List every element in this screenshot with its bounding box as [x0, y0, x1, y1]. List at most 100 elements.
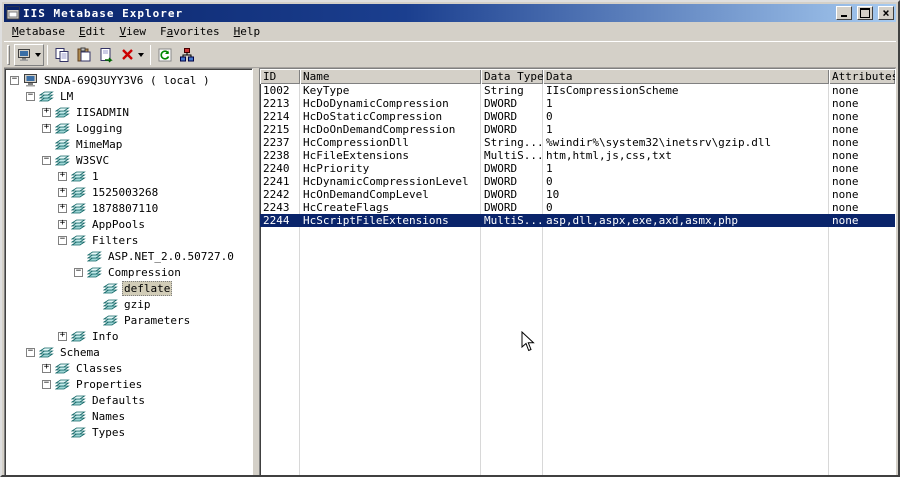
- expand-icon[interactable]: [42, 363, 51, 373]
- collapse-icon[interactable]: [26, 91, 35, 101]
- tree-item-classes[interactable]: Classes: [6, 360, 252, 376]
- tree-item-label: Classes: [76, 361, 123, 375]
- cell-attributes: none: [832, 175, 859, 188]
- collapse-icon[interactable]: [26, 347, 35, 357]
- tree-item-label: deflate: [122, 280, 173, 296]
- expand-icon[interactable]: [58, 219, 67, 229]
- menu-metabase[interactable]: Metabase: [5, 23, 72, 41]
- tree-item-defaults[interactable]: Defaults: [6, 392, 252, 408]
- cell-data: 0: [546, 110, 553, 123]
- expand-icon[interactable]: [42, 107, 51, 117]
- tree-item-label: ASP.NET_2.0.50727.0: [108, 249, 234, 263]
- table-row[interactable]: 2213 HcDoDynamicCompression DWORD 1 none: [260, 97, 895, 110]
- tree-item-info[interactable]: Info: [6, 328, 252, 344]
- table-row[interactable]: 2242 HcOnDemandCompLevel DWORD 10 none: [260, 188, 895, 201]
- tree-item-label: Types: [92, 425, 126, 439]
- toolbar-grip[interactable]: [7, 44, 10, 65]
- export-button[interactable]: [95, 44, 117, 66]
- expand-icon[interactable]: [58, 331, 67, 341]
- tree-item-1[interactable]: 1: [6, 168, 252, 184]
- cell-attributes: none: [832, 136, 859, 149]
- cell-id: 2214: [263, 110, 290, 123]
- tree-item-properties[interactable]: Properties: [6, 376, 252, 392]
- tree-item-1525003268[interactable]: 1525003268: [6, 184, 252, 200]
- expand-icon[interactable]: [42, 123, 51, 133]
- tree-item-root[interactable]: SNDA-69Q3UYY3V6 ( local ): [6, 72, 252, 88]
- expand-icon[interactable]: [58, 171, 67, 181]
- tree-item-deflate[interactable]: deflate: [6, 280, 252, 296]
- delete-button[interactable]: [117, 44, 147, 66]
- column-header-attributes[interactable]: Attributes: [829, 69, 895, 84]
- table-row[interactable]: 1002 KeyType String IIsCompressionScheme non…: [260, 84, 895, 97]
- expand-icon[interactable]: [58, 203, 67, 213]
- title-bar[interactable]: IIS Metabase Explorer: [4, 4, 896, 22]
- minimize-button[interactable]: [836, 6, 852, 20]
- table-row[interactable]: 2237 HcCompressionDll String... %windir%\sy…: [260, 136, 895, 149]
- menu-label: M: [12, 24, 19, 38]
- network-icon: [180, 47, 194, 61]
- tree-item-apppools[interactable]: AppPools: [6, 216, 252, 232]
- tree-item-names[interactable]: Names: [6, 408, 252, 424]
- paste-icon: [77, 47, 91, 61]
- cell-data: asp,dll,aspx,exe,axd,asmx,php: [546, 214, 739, 227]
- close-button[interactable]: [878, 6, 894, 20]
- column-header-data[interactable]: Data: [543, 69, 829, 84]
- table-row[interactable]: 2215 HcDoOnDemandCompression DWORD 1 none: [260, 123, 895, 136]
- tree-item-label: Names: [92, 409, 126, 423]
- menu-view[interactable]: View: [112, 23, 153, 41]
- cell-name: HcScriptFileExtensions: [303, 214, 449, 227]
- cell-attributes: none: [832, 149, 859, 162]
- expand-icon[interactable]: [58, 187, 67, 197]
- collapse-icon[interactable]: [10, 75, 19, 85]
- table-row-selected[interactable]: 2244 HcScriptFileExtensions MultiS... asp,d…: [260, 214, 895, 227]
- tree-item-label: Info: [92, 329, 119, 343]
- table-row[interactable]: 2241 HcDynamicCompressionLevel DWORD 0 none: [260, 175, 895, 188]
- paste-button[interactable]: [73, 44, 95, 66]
- cell-attributes: none: [832, 162, 859, 175]
- table-row[interactable]: 2238 HcFileExtensions MultiS... htm,html,js…: [260, 149, 895, 162]
- tree-item-filters[interactable]: Filters: [6, 232, 252, 248]
- menu-favorites[interactable]: Favorites: [153, 23, 227, 41]
- copy-button[interactable]: [51, 44, 73, 66]
- tree-item-types[interactable]: Types: [6, 424, 252, 440]
- collapse-icon[interactable]: [42, 155, 51, 165]
- column-header-data-type[interactable]: Data Type: [481, 69, 543, 84]
- network-button[interactable]: [176, 44, 198, 66]
- db-icon: [87, 251, 101, 262]
- db-icon: [71, 203, 85, 214]
- computer-icon: [24, 74, 37, 87]
- tree-item-1878807110[interactable]: 1878807110: [6, 200, 252, 216]
- tree-item-iisadmin[interactable]: IISADMIN: [6, 104, 252, 120]
- tree-item-compression[interactable]: Compression: [6, 264, 252, 280]
- tree-item-schema[interactable]: Schema: [6, 344, 252, 360]
- tree-item-aspnet[interactable]: ASP.NET_2.0.50727.0: [6, 248, 252, 264]
- menu-edit[interactable]: Edit: [72, 23, 113, 41]
- menu-label: dit: [85, 24, 106, 38]
- collapse-icon[interactable]: [42, 379, 51, 389]
- table-row[interactable]: 2214 HcDoStaticCompression DWORD 0 none: [260, 110, 895, 123]
- tree-item-logging[interactable]: Logging: [6, 120, 252, 136]
- refresh-icon: [158, 47, 172, 62]
- cell-name: HcDoDynamicCompression: [303, 97, 449, 110]
- tree-item-parameters[interactable]: Parameters: [6, 312, 252, 328]
- tree-item-mimemap[interactable]: MimeMap: [6, 136, 252, 152]
- dropdown-arrow-icon: [138, 52, 144, 57]
- connect-button[interactable]: [14, 43, 44, 66]
- menu-help[interactable]: Help: [227, 23, 268, 41]
- table-row[interactable]: 2243 HcCreateFlags DWORD 0 none: [260, 201, 895, 214]
- column-header-name[interactable]: Name: [300, 69, 481, 84]
- tree-item-lm[interactable]: LM: [6, 88, 252, 104]
- property-list: ID Name Data Type Data Attributes 1002 Ke…: [259, 68, 896, 475]
- collapse-icon[interactable]: [74, 267, 83, 277]
- menu-label: E: [78, 24, 86, 38]
- cell-id: 2240: [263, 162, 290, 175]
- column-header-id[interactable]: ID: [260, 69, 300, 84]
- refresh-button[interactable]: [154, 44, 176, 66]
- maximize-button[interactable]: [857, 6, 873, 20]
- cell-id: 2213: [263, 97, 290, 110]
- tree-item-gzip[interactable]: gzip: [6, 296, 252, 312]
- collapse-icon[interactable]: [58, 235, 67, 245]
- table-row[interactable]: 2240 HcPriority DWORD 1 none: [260, 162, 895, 175]
- toolbar: [4, 41, 896, 68]
- tree-item-w3svc[interactable]: W3SVC: [6, 152, 252, 168]
